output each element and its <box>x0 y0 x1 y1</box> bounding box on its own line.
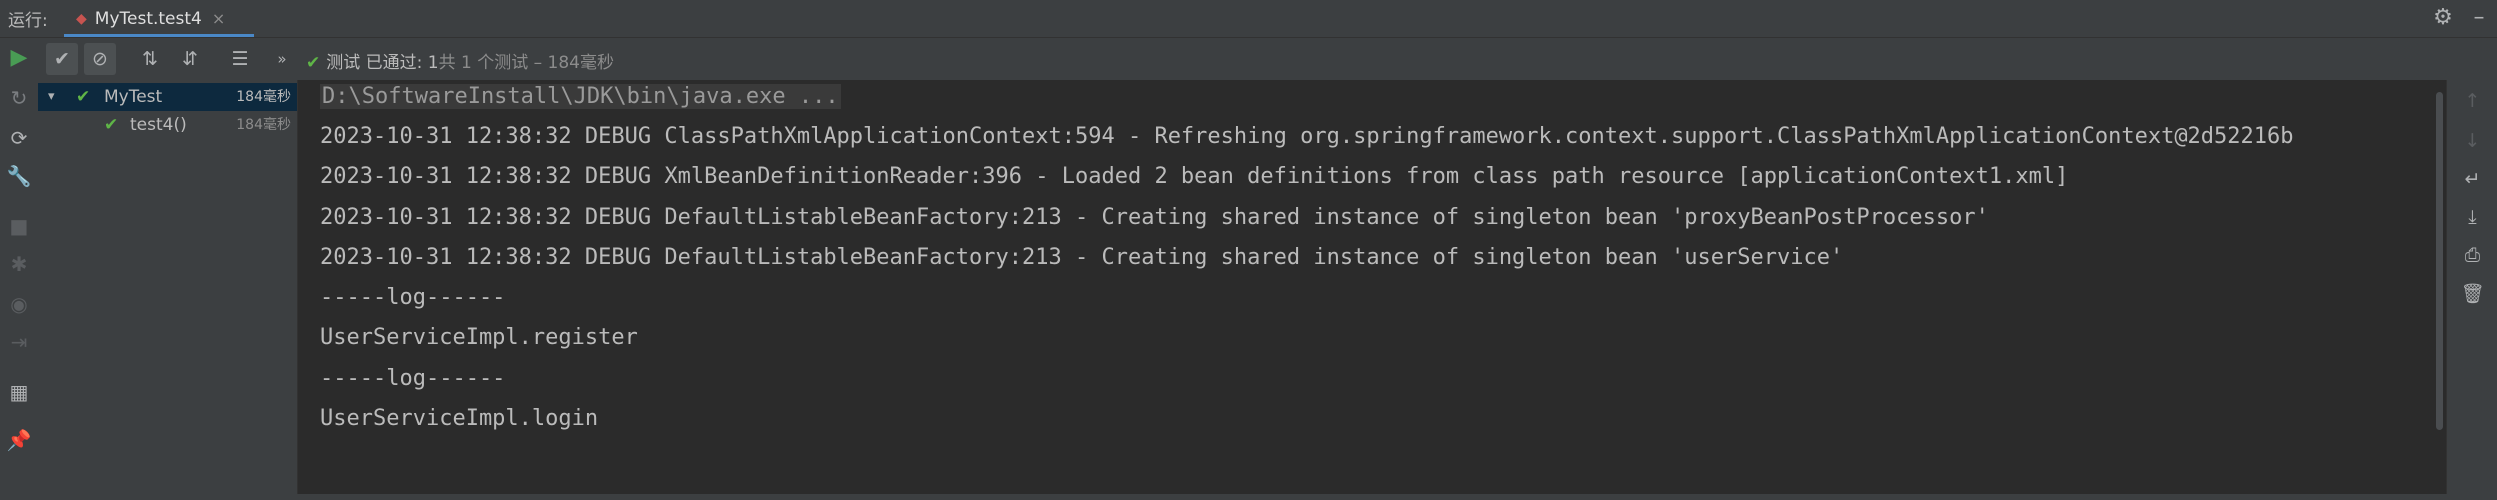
run-tab-title: MyTest.test4 <box>94 8 202 29</box>
show-passed-icon[interactable]: ✔ <box>46 43 78 75</box>
status-summary: 共 1 个测试 – 184毫秒 <box>438 53 614 73</box>
run-tool-window-header: 运行: ◆ MyTest.test4 × ⚙ – <box>0 0 2497 38</box>
test-run-icon: ◆ <box>76 10 87 27</box>
left-toolbar: ▶ ↻ ⟳ 🔧 ■ ✱ ◉ ⇥ ▦ 📌 <box>0 38 39 500</box>
vertical-scrollbar[interactable] <box>2432 88 2446 480</box>
console-line: 2023-10-31 12:38:32 DEBUG ClassPathXmlAp… <box>320 124 2294 149</box>
tree-item-mytest[interactable]: ▾ ✔ MyTest 184毫秒 <box>38 83 297 111</box>
layout-icon[interactable]: ▦ <box>0 380 38 404</box>
passed-check-icon: ✔ <box>76 87 91 107</box>
scroll-up-icon[interactable]: ↑ <box>2447 90 2497 112</box>
command-line[interactable]: D:\SoftwareInstall\JDK\bin\java.exe ... <box>320 84 841 109</box>
minimize-icon[interactable]: – <box>2461 4 2497 32</box>
print-icon[interactable]: ⎙ <box>2447 244 2497 266</box>
exit-icon[interactable]: ⇥ <box>0 330 38 354</box>
test-tree: ▾ ✔ MyTest 184毫秒 ✔ test4() 184毫秒 <box>38 80 298 500</box>
console-line: UserServiceImpl.login <box>320 406 599 431</box>
tree-item-time: 184毫秒 <box>236 89 291 105</box>
screenshot-icon[interactable]: ◉ <box>0 292 38 316</box>
tree-item-label: test4() <box>130 115 187 135</box>
console-line: UserServiceImpl.register <box>320 325 638 350</box>
console-line: D:\SoftwareInstall\JDK\bin\java.exe ... <box>320 84 841 109</box>
run-label: 运行: <box>8 11 48 31</box>
expand-all-icon[interactable]: ☰ <box>224 43 256 75</box>
trash-icon[interactable]: 🗑 <box>2447 282 2497 305</box>
show-ignored-icon[interactable]: ⊘ <box>84 43 116 75</box>
sort-duration-icon[interactable]: ⇵ <box>174 43 206 75</box>
stop-icon[interactable]: ■ <box>0 214 38 238</box>
chevron-down-icon[interactable]: ▾ <box>48 83 55 111</box>
tree-item-time: 184毫秒 <box>236 117 291 133</box>
console-output[interactable]: D:\SoftwareInstall\JDK\bin\java.exe ... … <box>298 80 2446 494</box>
settings-wrench-icon[interactable]: 🔧 <box>0 164 38 188</box>
close-tab-icon[interactable]: × <box>212 9 225 28</box>
toggle-auto-test-icon[interactable]: ⟳ <box>0 126 38 150</box>
passed-check-icon: ✔ <box>306 53 321 73</box>
scrollbar-thumb[interactable] <box>2436 92 2443 430</box>
scroll-down-icon[interactable]: ↓ <box>2447 130 2497 152</box>
sort-alpha-icon[interactable]: ⇅ <box>134 43 166 75</box>
debug-icon[interactable]: ✱ <box>0 252 38 276</box>
soft-wrap-icon[interactable]: ↵ <box>2447 168 2497 190</box>
bottom-edge <box>0 494 2497 500</box>
pin-icon[interactable]: 📌 <box>0 428 38 452</box>
rerun-icon[interactable]: ▶ <box>0 46 38 70</box>
rerun-failed-icon[interactable]: ↻ <box>0 86 38 110</box>
run-tab[interactable]: ◆ MyTest.test4 × <box>64 3 254 37</box>
passed-check-icon: ✔ <box>104 115 119 135</box>
test-toolbar: ✔ ⊘ ⇅ ⇵ ☰ » ✔ 测试 已通过: 1共 1 个测试 – 184毫秒 <box>38 38 2497 80</box>
more-icon[interactable]: » <box>266 43 298 75</box>
console-line: -----log------ <box>320 366 506 391</box>
console-line: 2023-10-31 12:38:32 DEBUG XmlBeanDefinit… <box>320 164 2069 189</box>
test-status: ✔ 测试 已通过: 1共 1 个测试 – 184毫秒 <box>306 48 614 73</box>
tree-item-test4[interactable]: ✔ test4() 184毫秒 <box>38 111 297 139</box>
scroll-to-end-icon[interactable]: ⤓ <box>2447 206 2497 228</box>
gear-icon[interactable]: ⚙ <box>2425 4 2461 32</box>
console-toolbar: ↑ ↓ ↵ ⤓ ⎙ 🗑 <box>2446 80 2497 494</box>
console-line: -----log------ <box>320 285 506 310</box>
tree-item-label: MyTest <box>104 87 163 107</box>
status-passed: 测试 已通过: 1 <box>326 53 439 73</box>
console-line: 2023-10-31 12:38:32 DEBUG DefaultListabl… <box>320 245 1844 270</box>
console-line: 2023-10-31 12:38:32 DEBUG DefaultListabl… <box>320 205 1989 230</box>
